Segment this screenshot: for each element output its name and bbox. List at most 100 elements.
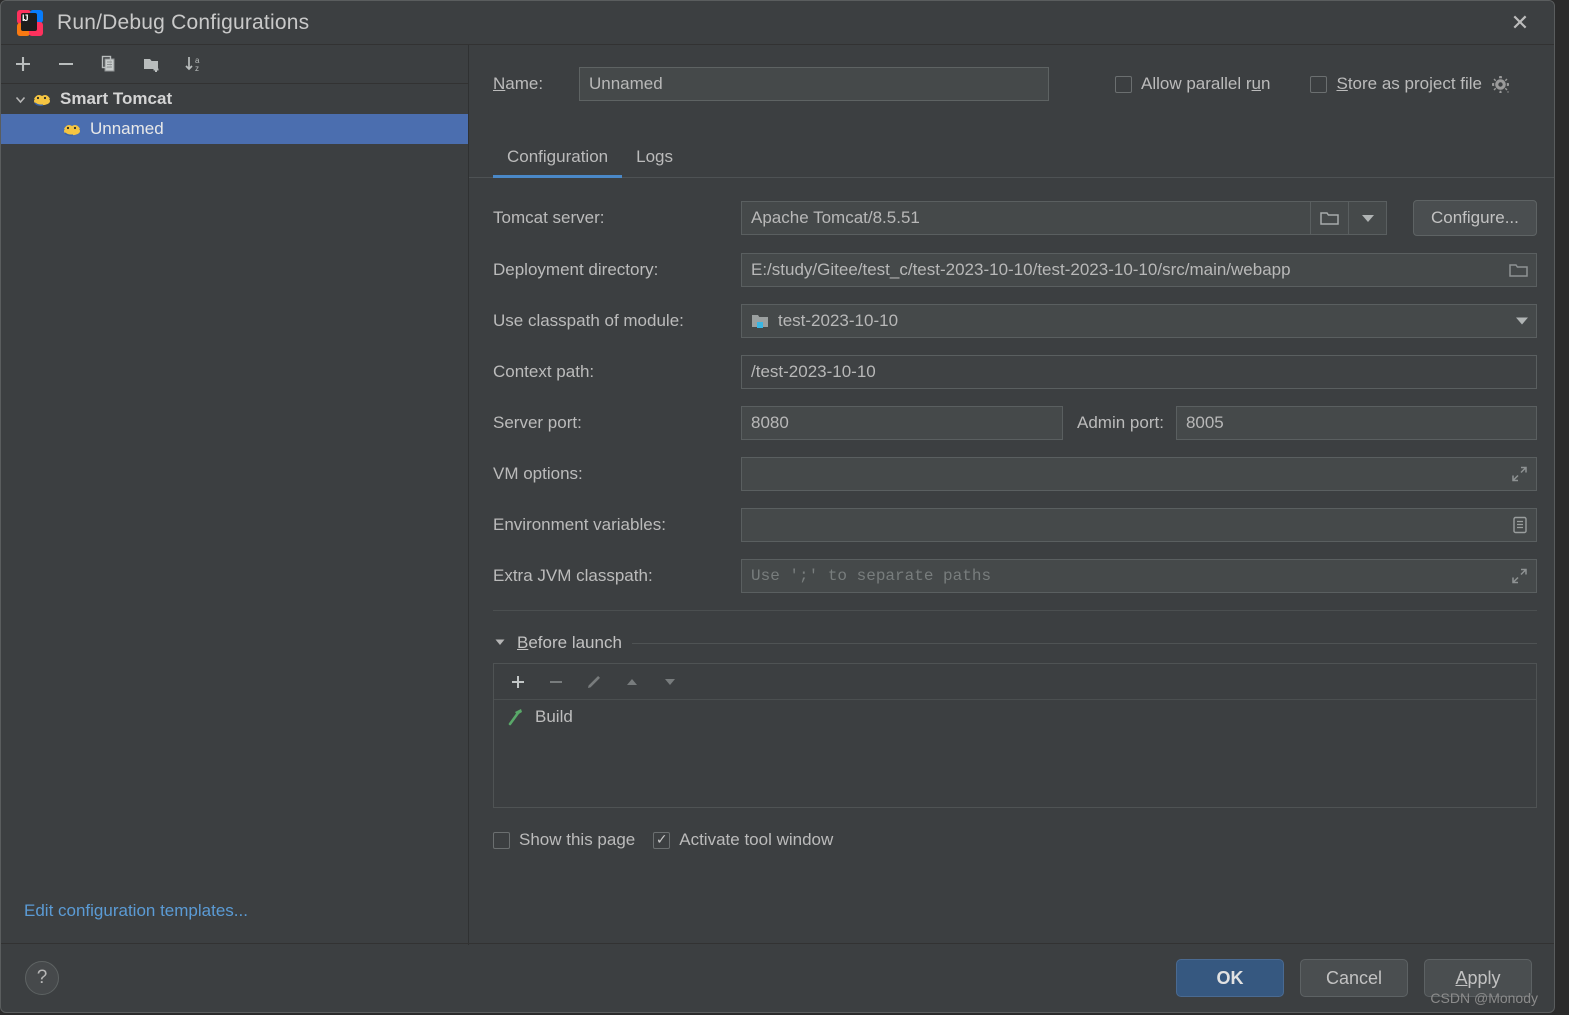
section-divider [631, 642, 1537, 644]
extra-jvm-classpath-field[interactable]: Use ';' to separate paths [741, 559, 1537, 593]
move-task-up-button[interactable] [621, 671, 643, 693]
dialog-body: a z Smart Tomcat Unnamed Edit configurat… [1, 45, 1554, 945]
environment-variables-row: Environment variables: [493, 508, 1537, 542]
server-port-value: 8080 [751, 413, 789, 432]
use-classpath-of-module-field[interactable]: test-2023-10-10 [741, 304, 1537, 338]
deployment-directory-row: Deployment directory: E:/study/Gitee/tes… [493, 253, 1537, 287]
extra-jvm-classpath-row: Extra JVM classpath: Use ';' to separate… [493, 559, 1537, 593]
sort-configurations-button[interactable]: a z [182, 51, 208, 77]
dialog-titlebar: Run/Debug Configurations ✕ [1, 1, 1554, 45]
configurations-sidebar: a z Smart Tomcat Unnamed Edit configurat… [1, 45, 469, 945]
extra-jvm-classpath-label: Extra JVM classpath: [493, 566, 653, 585]
name-label: Name: [493, 74, 544, 93]
tab-configuration[interactable]: Configuration [493, 141, 623, 178]
triangle-down-icon[interactable] [493, 635, 507, 652]
before-launch-task-list: Build [494, 700, 1536, 807]
activate-tool-window-label: Activate tool window [679, 830, 834, 849]
tree-group-smart-tomcat[interactable]: Smart Tomcat [1, 84, 468, 114]
configure-button[interactable]: Configure... [1413, 200, 1537, 236]
folder-icon[interactable] [1509, 262, 1528, 278]
before-launch-header[interactable]: Before launch [493, 633, 1537, 653]
before-launch-toolbar [494, 664, 1536, 700]
before-launch-title: Before launch [517, 633, 622, 652]
ok-button[interactable]: OK [1176, 959, 1284, 997]
show-this-page-label: Show this page [519, 830, 636, 849]
list-item[interactable]: Build [494, 700, 1536, 733]
module-icon [751, 313, 770, 329]
allow-parallel-run-label: Allow parallel run [1141, 74, 1271, 93]
extra-jvm-classpath-placeholder: Use ';' to separate paths [751, 567, 992, 585]
context-path-label: Context path: [493, 362, 595, 381]
ports-row: Server port: 8080 Admin port: 8005 [493, 406, 1537, 440]
deployment-directory-field[interactable]: E:/study/Gitee/test_c/test-2023-10-10/te… [741, 253, 1537, 287]
vm-options-field[interactable] [741, 457, 1537, 491]
chevron-down-icon[interactable] [1515, 317, 1528, 325]
tomcat-server-label: Tomcat server: [493, 208, 605, 227]
admin-port-label: Admin port: [1077, 413, 1164, 432]
tomcat-server-field[interactable]: Apache Tomcat/8.5.51 [741, 201, 1311, 235]
server-port-field[interactable]: 8080 [741, 406, 1063, 440]
remove-configuration-button[interactable] [53, 51, 79, 77]
chevron-down-icon[interactable] [1349, 201, 1387, 235]
admin-port-field[interactable]: 8005 [1175, 406, 1537, 440]
before-launch-box: Build [493, 663, 1537, 808]
cancel-button[interactable]: Cancel [1300, 959, 1408, 997]
before-launch-section: Before launch Build [493, 633, 1537, 808]
checkbox-box [653, 831, 671, 849]
tree-group-label: Smart Tomcat [60, 89, 173, 108]
name-row: Name: Allow parallel run Store as projec… [469, 45, 1554, 101]
tree-item-label: Unnamed [90, 119, 164, 138]
expand-icon[interactable] [1511, 466, 1528, 483]
checkbox-box [1310, 75, 1328, 93]
run-debug-configurations-dialog: Run/Debug Configurations ✕ [0, 0, 1555, 1013]
use-classpath-of-module-row: Use classpath of module: test-2023-10-10 [493, 304, 1537, 338]
chevron-down-icon[interactable] [9, 93, 31, 106]
tab-logs[interactable]: Logs [622, 141, 687, 177]
add-task-button[interactable] [507, 671, 529, 693]
watermark: CSDN @Monody [1430, 990, 1538, 1006]
configuration-editor-panel: Name: Allow parallel run Store as projec… [469, 45, 1554, 945]
use-classpath-of-module-value: test-2023-10-10 [778, 311, 899, 330]
dialog-footer: ? OK Cancel Apply CSDN @Monody [1, 943, 1554, 1012]
svg-text:z: z [195, 64, 199, 73]
folder-icon[interactable] [1311, 201, 1349, 235]
gear-icon[interactable] [1490, 74, 1511, 95]
configuration-form: Tomcat server: Apache Tomcat/8.5.51 Conf… [469, 178, 1554, 593]
tomcat-icon [61, 120, 83, 138]
remove-task-button[interactable] [545, 671, 567, 693]
deployment-directory-label: Deployment directory: [493, 260, 659, 279]
sidebar-toolbar: a z [1, 45, 468, 84]
environment-variables-field[interactable] [741, 508, 1537, 542]
admin-port-value: 8005 [1185, 413, 1224, 432]
environment-variables-label: Environment variables: [493, 515, 666, 534]
edit-task-button[interactable] [583, 671, 605, 693]
deployment-directory-value: E:/study/Gitee/test_c/test-2023-10-10/te… [751, 260, 1291, 279]
add-folder-button[interactable] [139, 51, 165, 77]
store-as-project-file-checkbox[interactable]: Store as project file [1310, 74, 1482, 94]
help-button[interactable]: ? [25, 961, 59, 995]
allow-parallel-run-checkbox[interactable]: Allow parallel run [1115, 74, 1270, 94]
tomcat-server-row: Tomcat server: Apache Tomcat/8.5.51 Conf… [493, 200, 1537, 236]
show-this-page-checkbox[interactable]: Show this page [493, 830, 635, 850]
bottom-options: Show this page Activate tool window [493, 830, 1537, 850]
edit-configuration-templates-link[interactable]: Edit configuration templates... [24, 901, 248, 921]
add-configuration-button[interactable] [10, 51, 36, 77]
context-path-field[interactable]: /test-2023-10-10 [741, 355, 1537, 389]
expand-icon[interactable] [1511, 568, 1528, 585]
configurations-tree: Smart Tomcat Unnamed [1, 84, 468, 945]
tree-item-unnamed[interactable]: Unnamed [1, 114, 468, 144]
use-classpath-of-module-label: Use classpath of module: [493, 311, 684, 330]
context-path-value: /test-2023-10-10 [751, 362, 876, 381]
tomcat-icon [31, 90, 53, 108]
name-input[interactable] [579, 67, 1049, 101]
activate-tool-window-checkbox[interactable]: Activate tool window [653, 830, 833, 850]
intellij-idea-icon [17, 9, 43, 36]
list-edit-icon[interactable] [1512, 516, 1528, 534]
store-as-project-file-label: Store as project file [1336, 74, 1483, 93]
close-icon[interactable]: ✕ [1500, 9, 1540, 39]
move-task-down-button[interactable] [659, 671, 681, 693]
copy-configuration-button[interactable] [96, 51, 122, 77]
tomcat-server-value: Apache Tomcat/8.5.51 [751, 208, 920, 227]
context-path-row: Context path: /test-2023-10-10 [493, 355, 1537, 389]
page-title: Run/Debug Configurations [57, 10, 310, 34]
